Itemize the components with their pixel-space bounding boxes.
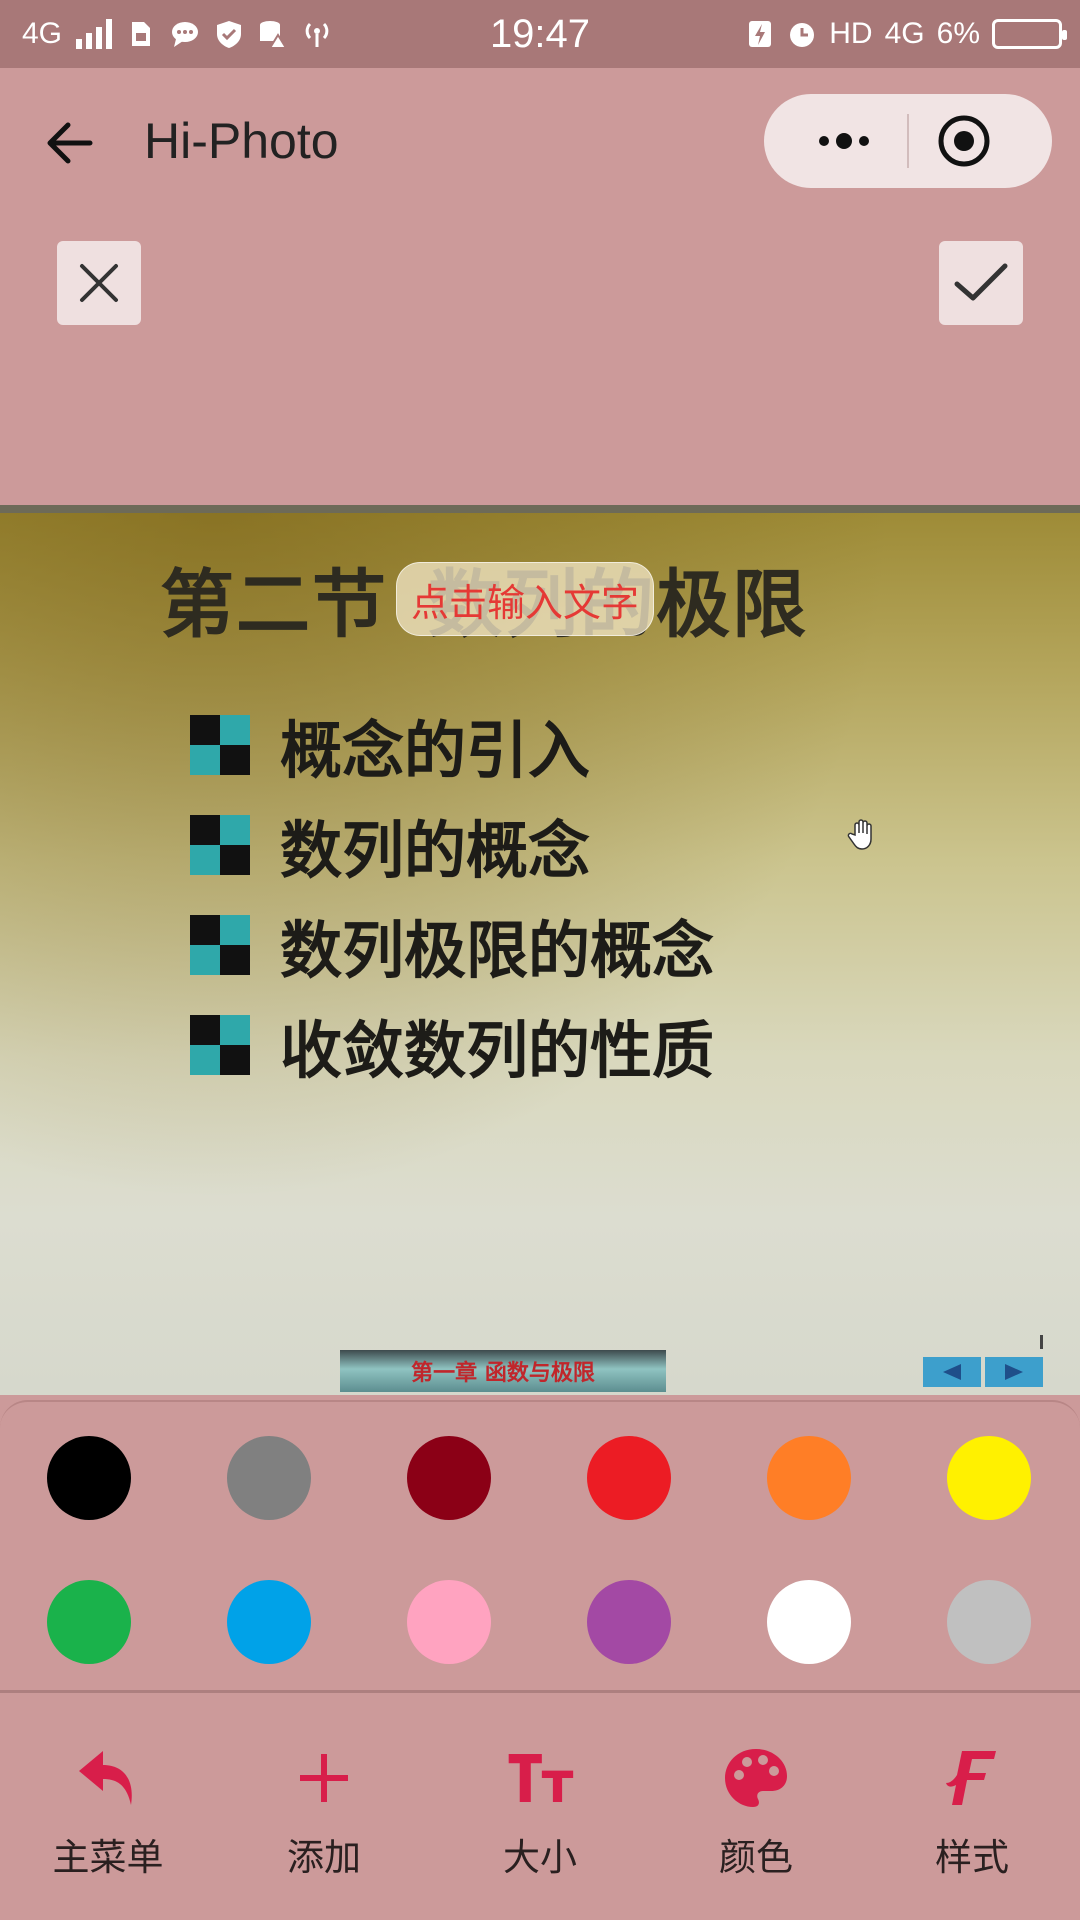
color-swatch-orange[interactable] <box>767 1436 851 1520</box>
checker-bullet-icon <box>190 815 250 875</box>
status-left: 4G <box>22 0 332 68</box>
arrow-left-icon[interactable] <box>40 113 100 173</box>
cancel-button[interactable] <box>57 241 141 325</box>
status-right: HD 4G 6% <box>745 0 1067 68</box>
slide-bullet: 收敛数列的性质 <box>190 995 714 1095</box>
alarm-icon <box>790 23 815 47</box>
color-swatch-white[interactable] <box>767 1580 851 1664</box>
add-button[interactable]: 添加 <box>234 1743 414 1883</box>
color-swatch-blue[interactable] <box>227 1580 311 1664</box>
close-icon <box>80 264 118 302</box>
tool-label: 样式 <box>935 1836 1009 1879</box>
slide-bullet-list: 概念的引入 数列的概念 数列极限的概念 收敛数列的性质 <box>190 695 714 1095</box>
next-arrow-icon <box>985 1357 1043 1387</box>
tool-label: 颜色 <box>719 1836 793 1879</box>
shield-icon <box>217 21 242 48</box>
prev-arrow-icon <box>923 1357 981 1387</box>
tool-label: 主菜单 <box>52 1836 164 1879</box>
sim-icon <box>132 22 151 46</box>
title-bar: Hi-Photo <box>0 68 1080 218</box>
color-swatch-gray[interactable] <box>227 1436 311 1520</box>
slide-bullet-text: 数列极限的概念 <box>280 914 715 987</box>
more-dots-icon[interactable] <box>804 114 884 168</box>
color-swatch-dark-red[interactable] <box>407 1436 491 1520</box>
slide-bullet-text: 收敛数列的性质 <box>280 1014 715 1087</box>
palette-icon <box>721 1743 791 1813</box>
style-button[interactable]: 样式 <box>882 1743 1062 1883</box>
slide-bullet: 概念的引入 <box>190 695 714 795</box>
color-palette <box>0 1400 1080 1692</box>
hotspot-icon <box>305 22 329 47</box>
target-circle-icon[interactable] <box>934 111 994 171</box>
text-size-icon <box>505 1743 575 1813</box>
color-swatch-yellow[interactable] <box>947 1436 1031 1520</box>
mini-program-capsule <box>764 94 1052 188</box>
color-swatch-purple[interactable] <box>587 1580 671 1664</box>
hd-badge: HD <box>829 17 873 50</box>
main-menu-button[interactable]: 主菜单 <box>18 1743 198 1883</box>
tool-label: 添加 <box>287 1836 361 1879</box>
plus-icon <box>289 1743 359 1813</box>
tool-label: 大小 <box>503 1836 577 1879</box>
checker-bullet-icon <box>190 915 250 975</box>
color-swatch-silver[interactable] <box>947 1580 1031 1664</box>
battery-percent: 6% <box>936 17 980 50</box>
battery-icon <box>992 19 1067 49</box>
slide-bullet: 数列极限的概念 <box>190 895 714 995</box>
color-swatch-black[interactable] <box>47 1436 131 1520</box>
slide-bullet: 数列的概念 <box>190 795 714 895</box>
color-swatch-green[interactable] <box>47 1580 131 1664</box>
network-type-right: 4G <box>884 17 925 50</box>
slide-marker <box>1040 1335 1043 1349</box>
page-title: Hi-Photo <box>144 113 339 169</box>
capsule-divider <box>907 114 909 168</box>
status-bar: 4G 19:47 HD 4G 6% <box>0 0 1080 68</box>
data-warning-icon <box>260 21 288 49</box>
confirm-button[interactable] <box>939 241 1023 325</box>
message-icon <box>172 22 199 47</box>
color-swatch-pink[interactable] <box>407 1580 491 1664</box>
slide-bullet-text: 数列的概念 <box>280 814 591 887</box>
photo-canvas[interactable]: 第二节数列的极限 概念的引入 数列的概念 数列极限的概念 收敛数列的性质 点击输… <box>0 505 1080 1395</box>
color-button[interactable]: 颜色 <box>666 1743 846 1883</box>
checker-bullet-icon <box>190 1015 250 1075</box>
checker-bullet-icon <box>190 715 250 775</box>
hand-cursor-icon <box>847 819 872 850</box>
check-icon <box>954 263 1008 301</box>
text-input-placeholder[interactable]: 点击输入文字 <box>396 562 654 636</box>
undo-arrow-icon <box>73 1743 143 1813</box>
slide-nav-arrows <box>923 1357 1043 1387</box>
slide-footer-banner: 第一章 函数与极限 <box>340 1350 666 1392</box>
photo-edge <box>0 505 1080 513</box>
charging-notice-icon <box>749 21 772 47</box>
font-style-icon <box>937 1743 1007 1813</box>
size-button[interactable]: 大小 <box>450 1743 630 1883</box>
slide-bullet-text: 概念的引入 <box>280 714 591 787</box>
color-swatch-red[interactable] <box>587 1436 671 1520</box>
network-type: 4G <box>22 17 63 50</box>
bottom-toolbar: 主菜单 添加 大小 颜色 样式 <box>0 1693 1080 1920</box>
slide-title-part1: 第二节 <box>160 562 388 648</box>
signal-icon <box>76 19 113 49</box>
